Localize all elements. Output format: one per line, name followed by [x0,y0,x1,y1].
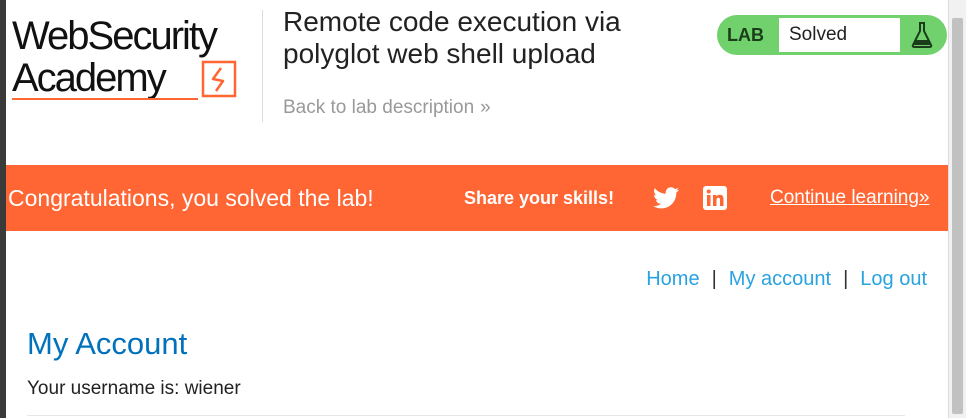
flask-icon [911,22,933,48]
nav-log-out-link[interactable]: Log out [860,268,927,290]
solved-banner: Congratulations, you solved the lab! Sha… [6,165,948,231]
nav-separator: | [711,268,717,290]
logo-line-2: Academy [12,56,167,100]
back-to-lab-description-link[interactable]: Back to lab description» [283,97,491,119]
banner-message: Congratulations, you solved the lab! [8,185,374,211]
top-nav: Home | My account | Log out [646,268,927,291]
username-text: Your username is: wiener [27,378,241,399]
continue-learning-label: Continue learning [770,187,919,208]
logo-underline [12,98,198,100]
page: WebSecurity Academy Remote code executio… [6,0,948,418]
chevron-right-icon: » [480,97,491,118]
back-link-label: Back to lab description [283,97,475,118]
lab-status-box: Solved [778,17,901,53]
header-divider [262,10,263,122]
twitter-icon[interactable] [653,186,679,210]
lab-badge-label: LAB [727,25,764,45]
logo-line-1: WebSecurity [12,14,218,58]
share-skills-label: Share your skills! [464,188,615,208]
lab-title: Remote code execution via polyglot web s… [283,6,621,69]
chevron-right-icon: » [918,187,930,208]
logo-bolt-icon [201,60,237,98]
content-divider [27,415,905,416]
nav-separator: | [843,268,849,290]
linkedin-icon[interactable] [703,186,727,210]
page-title: My Account [27,326,188,361]
academy-logo[interactable]: WebSecurity Academy [12,12,262,108]
nav-home-link[interactable]: Home [646,268,699,290]
lab-status-badge: LAB Solved [717,15,947,55]
nav-my-account-link[interactable]: My account [729,268,831,290]
scrollbar-thumb[interactable] [952,18,963,414]
continue-learning-link[interactable]: Continue learning» [770,165,930,231]
vertical-scrollbar[interactable] [948,0,966,418]
lab-status-value: Solved [789,24,848,45]
